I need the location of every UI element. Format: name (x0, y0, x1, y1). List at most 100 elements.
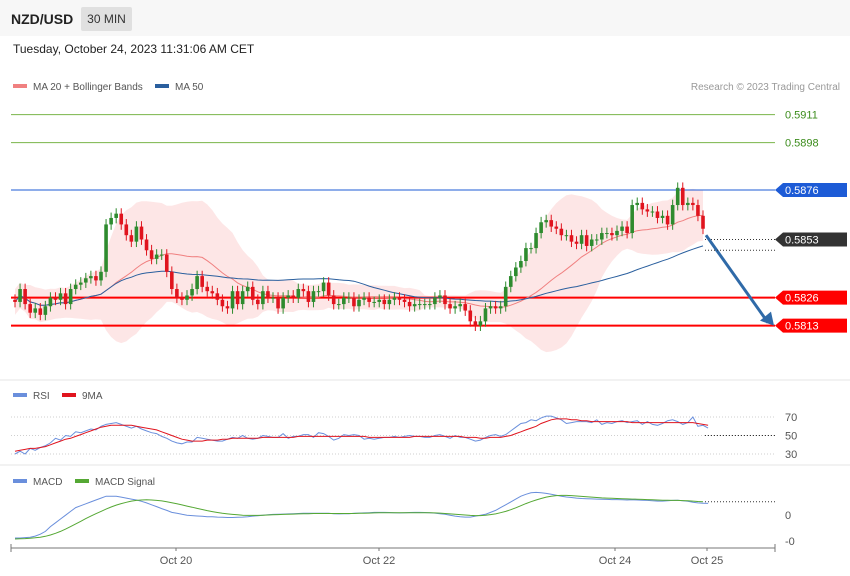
x-tick-label: Oct 25 (691, 555, 723, 567)
candle-body (94, 276, 98, 281)
candle-body (301, 289, 306, 292)
candle-body (114, 213, 118, 218)
rsi-tick-label: 30 (785, 449, 797, 461)
candle-body (519, 261, 523, 268)
candle-body (18, 289, 22, 302)
level-label-5: 0.5813 (785, 321, 819, 333)
legend-swatch-macd-signal (75, 479, 89, 483)
research-credit: Research © 2023 Trading Central (691, 82, 840, 93)
candle-body (539, 222, 543, 234)
candle-body (448, 304, 452, 309)
candle-body (559, 228, 564, 236)
candle-body (225, 306, 230, 309)
candle-body (250, 286, 255, 300)
candle-body (159, 254, 164, 256)
candle-body (655, 211, 660, 218)
x-axis: Oct 20 Oct 22 Oct 24 Oct 25 (10, 544, 776, 567)
candle-body (691, 202, 695, 206)
candle-body (549, 220, 554, 227)
candle-body (68, 289, 73, 305)
candle-body (392, 297, 397, 300)
legend-swatch-rsi-ma (62, 393, 76, 397)
candle-body (180, 297, 184, 300)
legend-ma20-label: MA 20 + Bollinger Bands (33, 82, 143, 93)
candle-body (458, 304, 462, 307)
candle-body (534, 233, 538, 249)
candle-body (109, 217, 113, 225)
candle-body (149, 250, 154, 259)
candle-body (43, 306, 48, 315)
candle-body (170, 271, 174, 290)
candle-body (185, 295, 189, 300)
candle-body (483, 308, 488, 322)
candle-body (63, 293, 68, 305)
legend-rsi-ma-label: 9MA (82, 391, 103, 402)
candle-body (261, 291, 265, 305)
candle-body (438, 295, 442, 298)
legend-swatch-rsi (13, 393, 27, 397)
candle-body (407, 301, 412, 307)
candle-body (89, 276, 93, 279)
candle-body (412, 304, 417, 307)
candle-body (645, 209, 650, 212)
macd-line (15, 491, 709, 539)
candle-body (680, 187, 685, 206)
candle-body (372, 301, 376, 303)
chart-canvas: 0.5911 0.5898 0.5876 0.5853 0.5826 0.5813 MA … (0, 82, 850, 567)
candle-body (256, 299, 260, 305)
candle-body (331, 295, 336, 305)
legend-rsi-label: RSI (33, 391, 50, 402)
candle-body (422, 304, 427, 306)
rsi-tick-label: 50 (785, 431, 797, 443)
candle-body (554, 226, 559, 229)
candle-body (23, 289, 27, 305)
candle-body (402, 299, 407, 302)
candle-body (276, 297, 280, 309)
candle-body (210, 291, 215, 294)
candle-body (579, 235, 584, 244)
candle-body (594, 239, 599, 241)
level-label-3: 0.5853 (785, 234, 819, 246)
candle-body (38, 308, 43, 315)
candle-body (99, 271, 103, 281)
candle-body (104, 224, 108, 272)
legend-macd-label: MACD (33, 477, 62, 488)
candle-body (478, 321, 483, 326)
candle-body (342, 297, 346, 305)
candle-body (352, 297, 356, 307)
rsi-tick-label: 70 (785, 412, 797, 424)
candle-body (230, 291, 235, 309)
level-label-2: 0.5876 (785, 185, 819, 197)
candle-body (321, 282, 326, 292)
candle-body (235, 291, 240, 305)
candle-body (508, 276, 513, 287)
candle-body (190, 289, 194, 296)
level-label-4: 0.5826 (785, 293, 819, 305)
price-level-tags: 0.5911 0.5898 0.5876 0.5853 0.5826 0.5813 (775, 110, 847, 333)
candle-body (696, 205, 700, 216)
macd-tick-label: 0 (785, 510, 791, 522)
candle-body (326, 282, 331, 296)
candle-body (296, 289, 301, 298)
candle-body (701, 215, 705, 229)
candle-body (164, 254, 169, 272)
candle-body (589, 239, 594, 246)
candle-body (347, 297, 351, 299)
candle-body (73, 284, 78, 290)
candle-body (382, 299, 387, 305)
candle-body (78, 282, 83, 285)
candle-body (529, 248, 533, 250)
legend-swatch-ma50 (155, 84, 169, 88)
candle-body (453, 306, 457, 309)
candle-body (584, 235, 589, 246)
candle-body (84, 278, 88, 283)
candle-body (493, 306, 498, 309)
candle-body (245, 286, 250, 292)
candle-body (574, 241, 579, 244)
candle-body (281, 297, 285, 309)
x-tick-label: Oct 20 (160, 555, 192, 567)
candle-body (503, 286, 508, 307)
candle-body (175, 289, 179, 298)
candle-body (144, 239, 149, 251)
legend-swatch-ma20 (13, 84, 27, 88)
